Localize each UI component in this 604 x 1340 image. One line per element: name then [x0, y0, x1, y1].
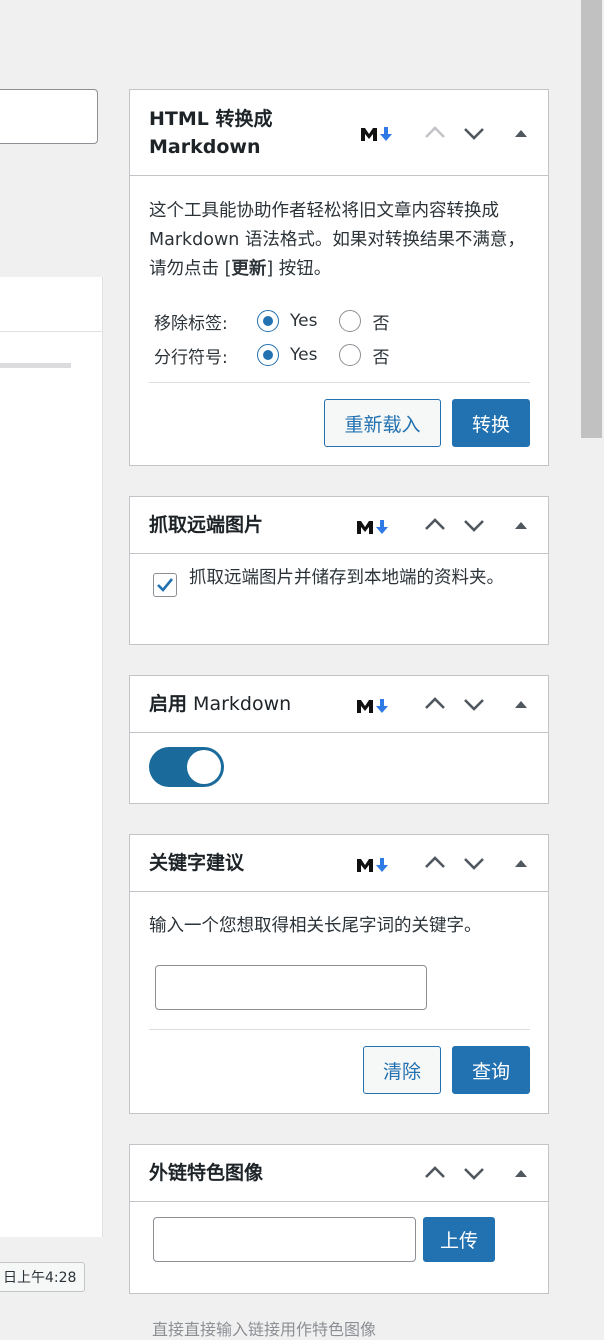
keyword-suggestion-box: 关键字建议 输入一个您想取得相关长尾字词的关键字。 清除 查询 [129, 834, 549, 1114]
markdown-icon [357, 520, 388, 534]
upload-button[interactable]: 上传 [423, 1217, 495, 1262]
line-break-no-radio[interactable] [339, 344, 362, 366]
postbox-header: 外链特色图像 [130, 1145, 548, 1202]
chevron-down-icon[interactable] [462, 121, 486, 145]
markdown-icon [357, 858, 388, 872]
query-button[interactable]: 查询 [452, 1046, 530, 1094]
image-url-input[interactable] [153, 1217, 416, 1262]
editor-divider [0, 331, 102, 332]
line-break-row: 分行符号: Yes 否 [154, 342, 389, 368]
markdown-icon [357, 699, 388, 713]
remove-tags-yes-radio[interactable] [257, 310, 279, 332]
html-to-markdown-box: HTML 转换成 Markdown 这个工具能协助作者轻松将旧文章内容转换成 M… [129, 89, 549, 466]
timestamp-badge: 日上午4:28 [0, 1262, 86, 1292]
keyword-input[interactable] [155, 965, 427, 1010]
fetch-remote-images-box: 抓取远端图片 抓取远端图片并储存到本地端的资料夹。 [129, 496, 549, 645]
yes-label: Yes [290, 311, 318, 331]
triangle-up-icon[interactable] [509, 121, 533, 145]
editor-progress-bar [0, 363, 71, 368]
no-label: 否 [372, 313, 390, 334]
postbox-header: HTML 转换成 Markdown [130, 90, 548, 176]
remove-tags-row: 移除标签: Yes 否 [154, 308, 389, 334]
no-label: 否 [372, 347, 390, 368]
title-bold: 启用 [149, 693, 188, 715]
markdown-icon [361, 127, 392, 141]
triangle-up-icon[interactable] [509, 1161, 533, 1185]
external-featured-image-box: 外链特色图像 上传 直接直接输入链接用作特色图像 [129, 1144, 549, 1339]
remove-tags-label: 移除标签: [154, 313, 228, 334]
description-text: 这个工具能协助作者轻松将旧文章内容转换成 Markdown 语法格式。如果对转换… [149, 201, 525, 279]
title-line-1: HTML 转换成 [149, 108, 273, 130]
postbox-header: 启用 Markdown [130, 676, 548, 733]
postbox-title: 关键字建议 [149, 852, 245, 874]
chevron-up-icon[interactable] [423, 121, 447, 145]
postbox-title: 外链特色图像 [149, 1162, 264, 1184]
postbox-title: HTML 转换成 Markdown [149, 105, 273, 161]
chevron-up-icon[interactable] [423, 513, 447, 537]
chevron-down-icon[interactable] [462, 692, 486, 716]
description-tail: 按钮。 [273, 259, 332, 279]
postbox-header: 关键字建议 [130, 835, 548, 892]
triangle-up-icon[interactable] [509, 851, 533, 875]
editor-panel [0, 277, 103, 1237]
chevron-down-icon[interactable] [462, 1161, 486, 1185]
chevron-down-icon[interactable] [462, 513, 486, 537]
divider [149, 382, 530, 383]
toggle-knob [187, 750, 221, 784]
chevron-up-icon[interactable] [423, 1161, 447, 1185]
reload-button[interactable]: 重新载入 [324, 399, 441, 447]
page-scrollbar-thumb[interactable] [581, 0, 602, 438]
chevron-down-icon[interactable] [462, 851, 486, 875]
postbox-title: 抓取远端图片 [149, 514, 264, 536]
convert-button[interactable]: 转换 [452, 399, 530, 447]
chevron-up-icon[interactable] [423, 692, 447, 716]
postbox-header: 抓取远端图片 [130, 497, 548, 554]
update-keyword: 更新 [231, 259, 267, 279]
checkmark-icon [157, 578, 174, 592]
line-break-label: 分行符号: [154, 347, 228, 368]
triangle-up-icon[interactable] [509, 513, 533, 537]
title-line-2: Markdown [149, 136, 261, 158]
postbox-title: 启用 Markdown [149, 690, 291, 718]
fetch-images-label: 抓取远端图片并储存到本地端的资料夹。 [189, 568, 504, 588]
title-rest: Markdown [187, 693, 292, 715]
fetch-images-checkbox[interactable] [153, 573, 177, 597]
keyword-description: 输入一个您想取得相关长尾字词的关键字。 [149, 916, 482, 936]
chevron-up-icon[interactable] [423, 851, 447, 875]
image-url-hint: 直接直接输入链接用作特色图像 [152, 1320, 377, 1339]
yes-label: Yes [290, 345, 318, 365]
remove-tags-no-radio[interactable] [339, 310, 362, 332]
enable-markdown-toggle[interactable] [149, 747, 224, 787]
divider [149, 1029, 530, 1030]
enable-markdown-box: 启用 Markdown [129, 675, 549, 804]
triangle-up-icon[interactable] [509, 692, 533, 716]
description: 这个工具能协助作者轻松将旧文章内容转换成 Markdown 语法格式。如果对转换… [149, 197, 532, 284]
title-input[interactable] [0, 89, 98, 144]
clear-button[interactable]: 清除 [363, 1046, 441, 1094]
line-break-yes-radio[interactable] [257, 344, 279, 366]
